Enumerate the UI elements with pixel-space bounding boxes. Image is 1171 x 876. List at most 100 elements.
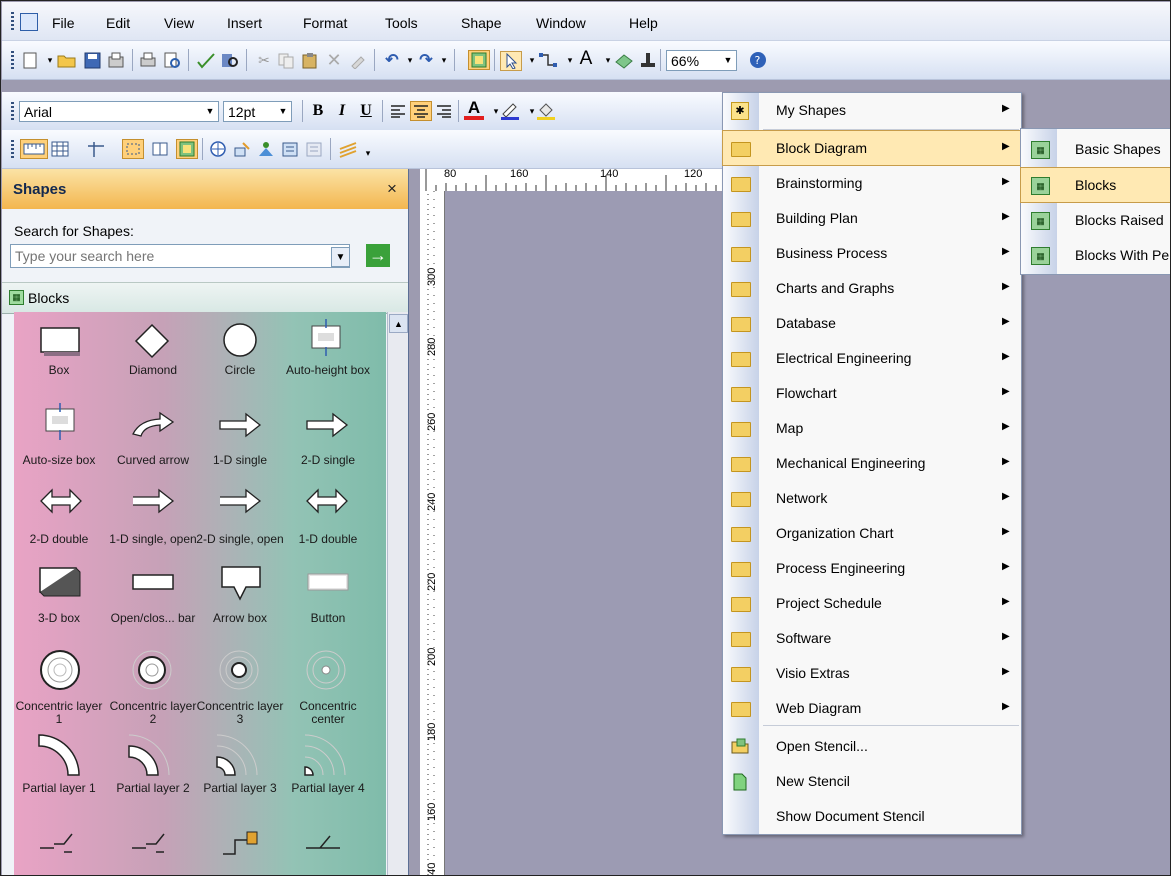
cut-icon[interactable]: ✂ (254, 51, 274, 69)
block-shape-partial[interactable] (38, 830, 82, 860)
menu-shape[interactable]: Shape (461, 15, 501, 31)
horizontal-ruler[interactable]: 80 160 140 120 (420, 169, 722, 192)
shapes-menu-icon[interactable] (468, 50, 490, 70)
menu-format[interactable]: Format (303, 15, 347, 31)
menu-item-charts-and-graphs[interactable]: Charts and Graphs ▶ (723, 271, 1021, 305)
bold-button[interactable]: B (308, 102, 328, 120)
1d-double-arrow-shape[interactable] (304, 488, 350, 514)
font-color-icon[interactable]: A (464, 98, 484, 120)
stamp-tool-icon[interactable] (638, 51, 658, 69)
box-shape[interactable] (38, 325, 82, 359)
curved-arrow-shape[interactable] (130, 410, 176, 440)
text-tool-icon[interactable]: A (576, 48, 596, 69)
diamond-shape[interactable] (132, 322, 172, 360)
partial-layer-3-shape[interactable] (214, 732, 262, 776)
search-dropdown-icon[interactable]: ▼ (331, 247, 350, 267)
close-icon[interactable]: × (387, 179, 397, 199)
submenu-item-blocks-with-perspective[interactable]: ▦ Blocks With Perspective (1021, 238, 1170, 272)
undo-icon[interactable]: ↶ (382, 51, 402, 69)
concentric-layer-1-shape[interactable] (38, 648, 82, 692)
scroll-up-icon[interactable]: ▲ (389, 314, 408, 333)
toolbar-options-icon[interactable]: ▾ (358, 144, 378, 162)
partial-layer-2-shape[interactable] (126, 732, 174, 776)
vertical-ruler[interactable]: 300 280 260 240 220 200 180 160 140 (420, 191, 445, 875)
shapes-window-icon[interactable] (176, 139, 198, 159)
menu-file[interactable]: File (52, 15, 75, 31)
partial-layer-1-shape[interactable] (36, 732, 84, 776)
new-icon[interactable] (20, 51, 40, 69)
menu-view[interactable]: View (164, 15, 194, 31)
submenu-item-blocks[interactable]: ▦ Blocks (1020, 167, 1170, 203)
menu-item-web-diagram[interactable]: Web Diagram ▶ (723, 691, 1021, 725)
font-combo[interactable]: Arial ▼ (19, 101, 219, 122)
3d-box-shape[interactable] (38, 566, 82, 598)
menu-edit[interactable]: Edit (106, 15, 130, 31)
2d-single-open-arrow-shape[interactable] (217, 488, 263, 514)
1d-single-open-arrow-shape[interactable] (130, 488, 176, 514)
menu-insert[interactable]: Insert (227, 15, 262, 31)
menu-item-network[interactable]: Network ▶ (723, 481, 1021, 515)
layers-icon[interactable] (338, 140, 358, 158)
permission-icon[interactable] (106, 51, 126, 69)
menu-item-organization-chart[interactable]: Organization Chart ▶ (723, 516, 1021, 550)
search-input[interactable] (10, 244, 350, 268)
auto-size-box-shape[interactable] (40, 402, 80, 442)
submenu-item-basic-shapes[interactable]: ▦ Basic Shapes (1021, 132, 1170, 166)
block-shape-partial[interactable] (219, 828, 263, 860)
guide-icon[interactable] (86, 140, 106, 158)
help-icon[interactable]: ? (748, 51, 768, 69)
block-shape-partial[interactable] (304, 830, 348, 860)
menu-item-map[interactable]: Map ▶ (723, 411, 1021, 445)
menu-item-visio-extras[interactable]: Visio Extras ▶ (723, 656, 1021, 690)
drawing-tools-icon[interactable] (614, 51, 634, 69)
underline-button[interactable]: U (356, 102, 376, 120)
italic-button[interactable]: I (332, 102, 352, 120)
menu-item-mechanical-engineering[interactable]: Mechanical Engineering ▶ (723, 446, 1021, 480)
line-color-icon[interactable] (500, 102, 520, 120)
concentric-layer-2-shape[interactable] (130, 648, 174, 692)
research-icon[interactable] (220, 51, 240, 69)
menu-item-business-process[interactable]: Business Process ▶ (723, 236, 1021, 270)
2d-double-arrow-shape[interactable] (38, 488, 84, 514)
auto-height-box-shape[interactable] (306, 318, 346, 360)
submenu-item-blocks-raised[interactable]: ▦ Blocks Raised (1021, 203, 1170, 237)
1d-single-arrow-shape[interactable] (217, 412, 263, 438)
search-go-button[interactable]: → (366, 244, 390, 267)
save-icon[interactable] (82, 51, 102, 69)
print-preview-icon[interactable] (162, 51, 182, 69)
concentric-layer-3-shape[interactable] (217, 648, 261, 692)
menu-item-my-shapes[interactable]: ✱ My Shapes ▶ (723, 93, 1021, 127)
block-shape-partial[interactable] (130, 830, 174, 860)
concentric-center-shape[interactable] (304, 648, 348, 692)
arrow-box-shape[interactable] (219, 564, 263, 602)
open-close-bar-shape[interactable] (130, 572, 176, 594)
font-size-combo[interactable]: 12pt ▼ (223, 101, 292, 122)
menu-item-open-stencil[interactable]: Open Stencil... (723, 729, 1021, 763)
zoom-dropdown-icon[interactable]: ▼ (720, 51, 736, 70)
copy-icon[interactable] (276, 51, 296, 69)
toolbar-grip[interactable] (11, 102, 14, 120)
grid-icon[interactable] (50, 140, 70, 158)
stencil-scrollbar[interactable]: ▲ (387, 312, 408, 875)
menu-item-show-document-stencil[interactable]: Show Document Stencil (723, 799, 1021, 833)
connection-points-icon[interactable] (122, 139, 144, 159)
menu-item-building-plan[interactable]: Building Plan ▶ (723, 201, 1021, 235)
connector-tool-icon[interactable] (538, 51, 558, 69)
ruler-icon[interactable] (20, 139, 48, 159)
pointer-tool-icon[interactable] (500, 51, 522, 71)
page-breaks-icon[interactable] (150, 140, 170, 158)
menubar-grip[interactable] (11, 12, 14, 30)
fill-color-icon[interactable] (536, 102, 556, 120)
align-right-icon[interactable] (434, 102, 454, 120)
button-shape[interactable] (306, 572, 350, 594)
custom-properties-icon[interactable] (256, 140, 276, 158)
print-icon[interactable] (138, 51, 158, 69)
menu-item-software[interactable]: Software ▶ (723, 621, 1021, 655)
size-position-icon[interactable] (232, 140, 252, 158)
font-dropdown-icon[interactable]: ▼ (202, 102, 218, 121)
stencil-title-bar[interactable]: ▦ Blocks (2, 282, 408, 314)
toolbar-grip[interactable] (11, 51, 14, 69)
menu-item-new-stencil[interactable]: New Stencil (723, 764, 1021, 798)
toolbar-grip[interactable] (11, 140, 14, 158)
open-icon[interactable] (57, 51, 77, 69)
